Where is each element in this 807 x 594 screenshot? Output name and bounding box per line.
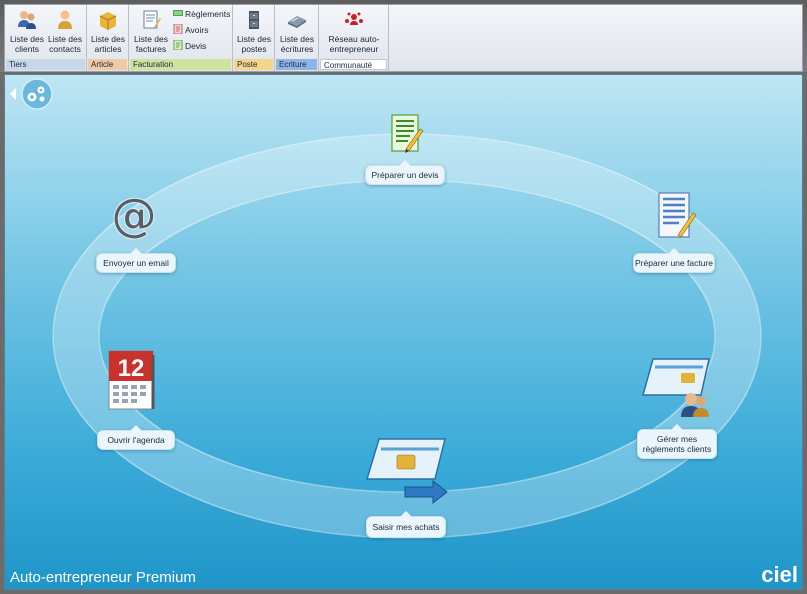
clients-list-label: Liste des clients — [9, 34, 45, 54]
svg-text:@: @ — [111, 191, 157, 241]
product-title: Auto-entrepreneur Premium — [10, 569, 196, 586]
quotes-small-icon — [173, 40, 183, 50]
workflow-panel: Préparer un devis Préparer une facture G… — [4, 74, 803, 590]
quote-icon[interactable] — [389, 113, 425, 155]
node-send-email[interactable]: Envoyer un email — [96, 248, 176, 273]
group-label-facturation: Facturation — [130, 59, 231, 70]
group-label-poste: Poste — [234, 59, 273, 70]
invoices-list-label: Liste des factures — [133, 34, 169, 54]
group-ecriture: Liste des écritures Ecriture — [275, 5, 319, 71]
brand-name: ciel — [761, 562, 798, 587]
accounts-list-button[interactable]: Liste des postes — [233, 9, 275, 57]
group-label-communaute: Communauté — [320, 59, 387, 70]
cabinet-icon — [249, 11, 259, 29]
node-prepare-quote[interactable]: Préparer un devis — [365, 160, 445, 185]
group-communaute: Réseau auto-entrepreneur Communauté — [319, 5, 389, 71]
group-label-tiers: Tiers — [6, 59, 85, 70]
credit-notes-button[interactable]: Avoirs — [173, 23, 208, 37]
ribbon-panel: Liste des clients Liste des contacts Tie… — [4, 4, 803, 72]
credit-notes-label: Avoirs — [185, 25, 209, 35]
ciel-logo: ciel — [761, 562, 798, 588]
box-icon — [99, 12, 117, 30]
node-open-calendar[interactable]: Ouvrir l'agenda — [97, 425, 175, 450]
ribbon: Liste des clients Liste des contacts Tie… — [0, 0, 807, 72]
invoices-list-button[interactable]: Liste des factures — [131, 9, 171, 57]
node-enter-purchases[interactable]: Saisir mes achats — [366, 511, 446, 538]
payments-icon[interactable] — [641, 357, 713, 419]
node-prepare-invoice[interactable]: Préparer une facture — [633, 248, 715, 273]
invoice-icon[interactable] — [656, 191, 698, 241]
group-tiers: Liste des clients Liste des contacts Tie… — [5, 5, 87, 71]
network-label: Réseau auto-entrepreneur — [328, 34, 380, 54]
group-label-ecriture: Ecriture — [276, 59, 317, 70]
credit-notes-icon — [173, 24, 183, 34]
accounts-list-label: Liste des postes — [236, 34, 272, 54]
calendar-day: 12 — [117, 355, 145, 382]
clients-list-button[interactable]: Liste des clients — [7, 9, 47, 57]
entries-list-label: Liste des écritures — [279, 34, 315, 54]
quotes-label: Devis — [185, 41, 207, 51]
group-facturation: Liste des factures Règlements Avoirs Dev… — [129, 5, 233, 71]
quotes-button[interactable]: Devis — [173, 39, 206, 53]
payments-small-icon — [173, 10, 183, 16]
ledger-icon — [288, 16, 306, 28]
group-article: Liste des articles Article — [87, 5, 129, 71]
payments-button[interactable]: Règlements — [173, 7, 230, 21]
contacts-list-label: Liste des contacts — [47, 34, 83, 54]
contacts-list-button[interactable]: Liste des contacts — [45, 9, 85, 57]
entries-list-button[interactable]: Liste des écritures — [275, 9, 319, 57]
invoice-doc-icon — [143, 10, 161, 29]
articles-list-button[interactable]: Liste des articles — [87, 9, 129, 57]
articles-list-label: Liste des articles — [90, 34, 126, 54]
contact-icon — [58, 10, 72, 29]
users-icon — [18, 11, 36, 29]
group-label-article: Article — [88, 59, 127, 70]
network-button[interactable]: Réseau auto-entrepreneur — [319, 9, 389, 57]
calendar-icon[interactable]: 12 — [107, 347, 161, 413]
group-poste: Liste des postes Poste — [233, 5, 275, 71]
payments-label: Règlements — [185, 9, 231, 19]
email-icon[interactable]: @ — [109, 191, 159, 241]
network-icon — [345, 12, 363, 25]
node-manage-payments[interactable]: Gérer mes règlements clients — [637, 424, 717, 459]
purchases-icon[interactable] — [365, 437, 451, 507]
